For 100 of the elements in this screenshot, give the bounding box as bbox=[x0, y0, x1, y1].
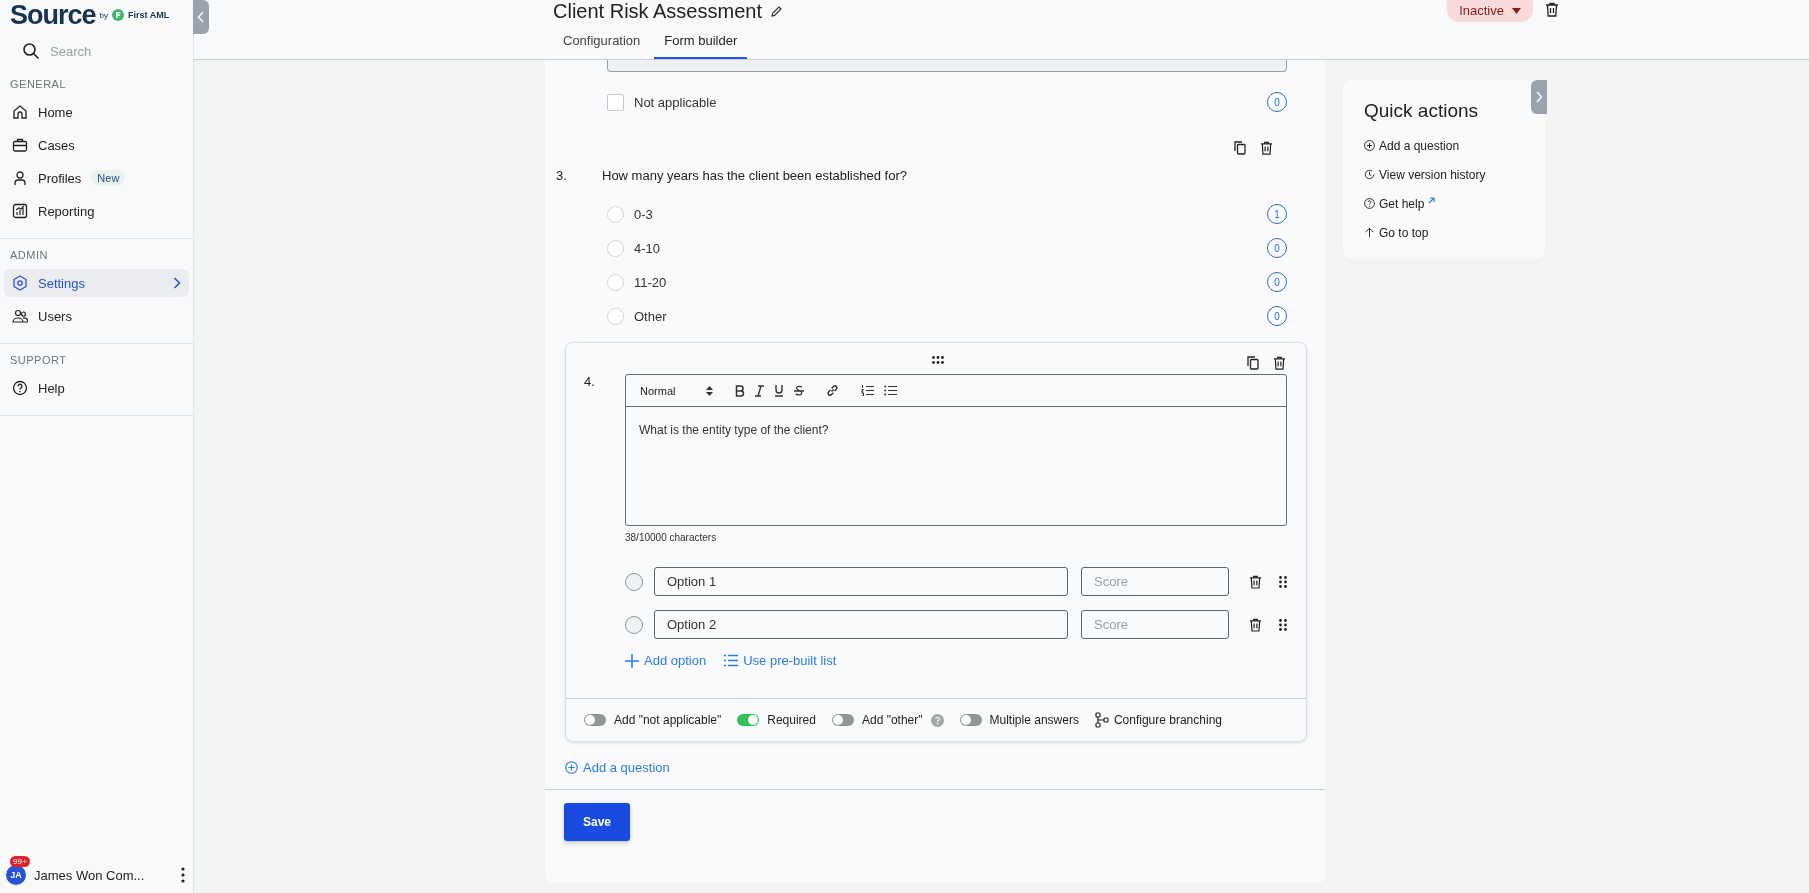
briefcase-icon bbox=[12, 137, 28, 153]
users-icon bbox=[12, 308, 28, 324]
bulleted-list-icon[interactable] bbox=[884, 385, 897, 396]
bold-icon[interactable] bbox=[735, 384, 745, 397]
plus-circle-icon bbox=[565, 761, 578, 774]
question-text-editor[interactable]: What is the entity type of the client? bbox=[626, 407, 1286, 525]
section-heading: GENERAL bbox=[9, 77, 68, 92]
nav-item[interactable]: Settings bbox=[4, 269, 189, 297]
logo: Source bbox=[10, 0, 96, 31]
delete-icon[interactable] bbox=[1260, 141, 1273, 155]
option-input[interactable]: Option 1 bbox=[654, 567, 1069, 596]
user-avatar[interactable]: JA bbox=[6, 865, 26, 885]
option-label: 0-3 bbox=[634, 206, 653, 222]
nav-item[interactable]: Cases bbox=[4, 131, 189, 159]
score-input[interactable]: Score bbox=[1081, 567, 1230, 596]
delete-icon[interactable] bbox=[1545, 2, 1559, 17]
quick-action-link[interactable]: Get help bbox=[1364, 189, 1545, 218]
chevron-right-icon bbox=[1535, 91, 1543, 103]
section-heading: SUPPORT bbox=[9, 353, 68, 368]
add-option-link[interactable]: Add option bbox=[625, 653, 707, 668]
chart-icon bbox=[12, 203, 28, 219]
answer-field[interactable] bbox=[607, 60, 1287, 72]
underline-icon[interactable] bbox=[774, 384, 784, 397]
section-heading: ADMIN bbox=[9, 248, 49, 263]
nav-item[interactable]: Reporting bbox=[4, 197, 189, 225]
quick-action-link[interactable]: View version history bbox=[1364, 160, 1545, 189]
caret-icon bbox=[1512, 7, 1521, 14]
quick-action-link[interactable]: Go to top bbox=[1364, 218, 1545, 247]
toggle-switch[interactable] bbox=[584, 714, 606, 726]
new-badge: New bbox=[91, 170, 126, 186]
format-dropdown[interactable]: Normal bbox=[640, 384, 696, 397]
toggle-switch[interactable] bbox=[831, 714, 854, 726]
panel-title: Quick actions bbox=[1364, 100, 1480, 122]
radio-button[interactable] bbox=[625, 572, 643, 591]
nav-label: Reporting bbox=[38, 203, 95, 219]
nav-item[interactable]: Help bbox=[4, 374, 189, 402]
notification-badge: 99+ bbox=[10, 856, 30, 867]
user-name: James Won Com... bbox=[34, 867, 145, 883]
nav-label: Cases bbox=[38, 137, 75, 153]
drag-handle-icon[interactable] bbox=[1279, 575, 1287, 588]
option-label: Not applicable bbox=[634, 94, 717, 110]
toggle-label: Add "not applicable" bbox=[614, 713, 722, 727]
toggle-switch[interactable] bbox=[737, 714, 760, 726]
edit-icon[interactable] bbox=[769, 4, 783, 18]
save-button[interactable]: Save bbox=[564, 803, 630, 841]
radio-button[interactable] bbox=[607, 307, 624, 325]
tab[interactable]: Configuration bbox=[553, 28, 651, 59]
help-icon bbox=[1364, 198, 1375, 209]
drag-handle-icon[interactable] bbox=[932, 356, 944, 364]
nav-label: Home bbox=[38, 104, 73, 120]
checkbox[interactable] bbox=[607, 93, 624, 111]
add-question-link[interactable]: Add a question bbox=[565, 760, 670, 775]
chevron-left-icon bbox=[197, 11, 205, 23]
person-icon bbox=[12, 170, 28, 186]
external-link-icon bbox=[1428, 197, 1436, 204]
option-label: Other bbox=[634, 308, 667, 324]
radio-button[interactable] bbox=[607, 205, 624, 223]
plus-circle-icon bbox=[1364, 140, 1375, 151]
numbered-list-icon[interactable] bbox=[861, 385, 874, 396]
delete-icon[interactable] bbox=[1249, 574, 1263, 589]
nav-item[interactable]: Home bbox=[4, 98, 189, 126]
nav-label: Profiles bbox=[38, 170, 82, 186]
configure-branching-button[interactable]: Configure branching bbox=[1094, 712, 1222, 728]
nav-item[interactable]: Users bbox=[4, 302, 189, 330]
drag-handle-icon[interactable] bbox=[1279, 618, 1287, 631]
copy-icon[interactable] bbox=[1247, 356, 1259, 370]
character-counter: 38/10000 characters bbox=[625, 532, 718, 543]
brand-name: First AML bbox=[128, 10, 170, 20]
copy-icon[interactable] bbox=[1234, 141, 1246, 155]
clock-icon bbox=[1364, 169, 1375, 180]
prebuilt-list-link[interactable]: Use pre-built list bbox=[724, 653, 837, 668]
status-dropdown[interactable]: Inactive bbox=[1447, 0, 1533, 22]
page-title: Client Risk Assessment bbox=[553, 0, 762, 23]
question-number: 3. bbox=[555, 167, 568, 183]
nav-item[interactable]: Profiles New bbox=[4, 164, 189, 192]
radio-button[interactable] bbox=[625, 615, 643, 634]
search-field[interactable]: Search bbox=[48, 42, 172, 60]
brand-icon bbox=[112, 9, 124, 21]
question-text: How many years has the client been established for? bbox=[602, 167, 907, 183]
score-input[interactable]: Score bbox=[1081, 610, 1230, 639]
sort-arrows-icon[interactable] bbox=[706, 385, 713, 396]
delete-icon[interactable] bbox=[1249, 617, 1263, 632]
radio-button[interactable] bbox=[607, 273, 624, 291]
radio-button[interactable] bbox=[607, 239, 624, 257]
toggle-label: Required bbox=[767, 713, 816, 727]
option-label: 11-20 bbox=[634, 274, 667, 290]
branching-icon bbox=[1094, 712, 1109, 728]
option-input[interactable]: Option 2 bbox=[654, 610, 1069, 639]
nav-label: Users bbox=[38, 308, 72, 324]
more-icon[interactable] bbox=[181, 867, 185, 883]
toggle-label: Add "other" bbox=[861, 713, 923, 727]
toggle-label: Multiple answers bbox=[989, 713, 1079, 727]
toggle-switch[interactable] bbox=[959, 714, 982, 726]
quick-action-link[interactable]: Add a question bbox=[1364, 131, 1545, 160]
link-icon[interactable] bbox=[826, 384, 839, 397]
search-icon bbox=[22, 42, 40, 60]
delete-icon[interactable] bbox=[1273, 356, 1286, 370]
strikethrough-icon[interactable] bbox=[794, 384, 804, 397]
italic-icon[interactable] bbox=[755, 384, 764, 397]
question-number: 4. bbox=[583, 374, 596, 391]
